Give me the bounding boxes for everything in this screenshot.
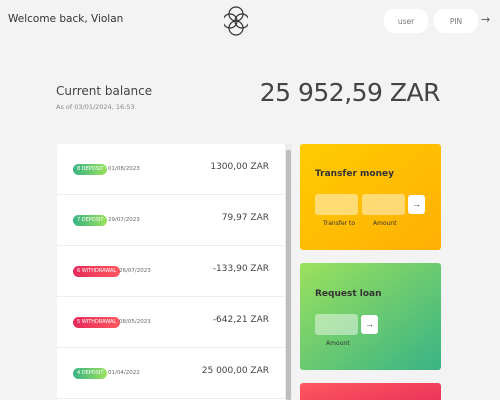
user-input[interactable] [384,9,428,33]
transfer-panel: Transfer money → Transfer to Amount [300,144,441,250]
transfer-title: Transfer money [315,169,394,179]
movement-row: 6 WITHDRAWAL 26/07/2023 -133,90 ZAR [57,246,285,297]
balance-date: As of 03/01/2024, 16:53 [56,103,135,111]
movement-type-badge: 8 DEPOSIT [73,164,108,175]
pin-input[interactable] [434,9,478,33]
loan-title: Request loan [315,289,382,299]
movements-list[interactable]: 8 DEPOSIT 01/08/2023 1300,00 ZAR 7 DEPOS… [57,144,291,400]
movement-row: 4 DEPOSIT 01/04/2022 25 000,00 ZAR [57,348,285,399]
loan-amount-label: Amount [326,340,350,347]
movement-date: 01/04/2022 [108,370,140,376]
loan-amount-input[interactable] [315,314,358,335]
movement-row: 7 DEPOSIT 29/07/2023 79,97 ZAR [57,195,285,246]
top-nav: Welcome back, Violan → [0,0,500,44]
movement-type-badge: 4 DEPOSIT [73,368,108,379]
movement-type-badge: 7 DEPOSIT [73,215,108,226]
close-account-panel [300,383,441,400]
login-button[interactable]: → [481,13,490,26]
loan-submit-button[interactable]: → [361,315,378,334]
movements-scrollbar-thumb[interactable] [286,150,291,400]
movement-date: 01/08/2023 [108,166,140,172]
transfer-amount-input[interactable] [362,194,405,215]
movement-value: -133,90 ZAR [212,264,269,274]
movement-value: 1300,00 ZAR [210,162,269,172]
transfer-to-label: Transfer to [323,220,356,227]
bank-logo-icon [224,6,248,36]
transfer-amount-label: Amount [373,220,397,227]
movement-row: 8 DEPOSIT 01/08/2023 1300,00 ZAR [57,144,285,195]
movement-value: 79,97 ZAR [221,213,269,223]
movement-value: -642,21 ZAR [212,315,269,325]
balance-value: 25 952,59 ZAR [259,78,441,107]
movement-date: 26/07/2023 [119,268,151,274]
movement-date: 29/07/2023 [108,217,140,223]
movement-value: 25 000,00 ZAR [201,366,269,376]
movement-date: 08/05/2023 [119,319,151,325]
movement-type-badge: 6 WITHDRAWAL [73,266,121,277]
movement-row: 5 WITHDRAWAL 08/05/2023 -642,21 ZAR [57,297,285,348]
movement-type-badge: 5 WITHDRAWAL [73,317,121,328]
transfer-submit-button[interactable]: → [408,195,425,214]
loan-panel: Request loan → Amount [300,263,441,370]
transfer-to-input[interactable] [315,194,358,215]
balance-label: Current balance [56,84,153,98]
welcome-message: Welcome back, Violan [8,13,124,25]
